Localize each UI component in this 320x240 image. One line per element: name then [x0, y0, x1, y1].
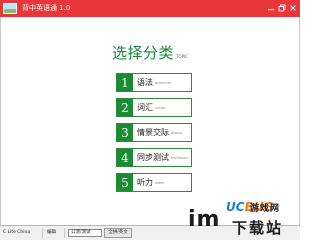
app-icon: [3, 3, 17, 14]
menu-item-number: 2: [117, 99, 133, 116]
watermark-im: im: [188, 207, 221, 232]
minimize-icon: [268, 8, 274, 10]
window-title: 背中英语通 1.0: [22, 4, 71, 12]
menu-item-grammar[interactable]: 1 语法 grammar: [116, 73, 192, 92]
menu-item-number: 1: [117, 74, 133, 91]
status-locale: C Lite China: [1, 228, 43, 238]
menu-item-vocabulary[interactable]: 2 词汇 vocab: [116, 98, 192, 117]
heading-subtitle: TOPIC: [176, 54, 188, 59]
menu-item-label: 词汇: [137, 103, 153, 112]
menu-item-sublabel: listen: [155, 180, 165, 185]
input-method-button[interactable]: 全拼/英文: [104, 228, 132, 238]
heading-title: 选择分类: [112, 44, 175, 62]
menu-item-listening[interactable]: 5 听力 listen: [116, 173, 192, 192]
menu-item-dialog[interactable]: 3 情景交际 dialog: [116, 123, 192, 142]
menu-item-label: 听力: [137, 178, 153, 187]
menu-item-label: 情景交际: [137, 128, 169, 137]
minimize-button[interactable]: [266, 2, 276, 13]
menu-item-number: 3: [117, 124, 133, 141]
menu-item-sublabel: grammar: [155, 80, 172, 85]
menu-item-label: 语法: [137, 78, 153, 87]
restore-button[interactable]: [277, 2, 287, 13]
window-controls: [266, 2, 298, 14]
restore-icon: [278, 4, 286, 11]
watermark-download-site: 下载站: [232, 219, 284, 237]
menu-item-sync-test[interactable]: 4 同步测试 test/exam: [116, 148, 192, 167]
menu-item-label: 同步测试: [137, 153, 169, 162]
watermark-game-site: 游戏网: [250, 204, 281, 214]
title-bar: 背中英语通 1.0: [0, 0, 300, 17]
menu-item-sublabel: vocab: [155, 105, 166, 110]
status-input-field[interactable]: 公测/测试: [68, 229, 102, 237]
watermark-uc: UC: [226, 200, 245, 214]
close-button[interactable]: [288, 2, 298, 13]
status-mode: 编辑: [45, 228, 65, 238]
menu-item-number: 4: [117, 149, 133, 166]
menu-item-number: 5: [117, 174, 133, 191]
page-heading: 选择分类 TOPIC: [0, 42, 300, 63]
close-icon: [290, 4, 296, 11]
site-watermark: im UCBUG 游戏网 下载站: [170, 199, 294, 239]
menu-item-sublabel: dialog: [171, 130, 182, 135]
menu-item-sublabel: test/exam: [171, 155, 189, 160]
